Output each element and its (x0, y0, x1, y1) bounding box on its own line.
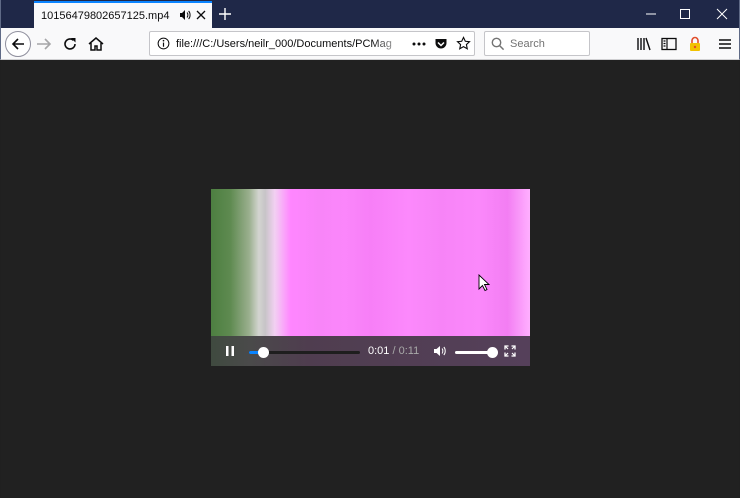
volume-thumb[interactable] (486, 347, 498, 358)
reload-icon[interactable] (61, 35, 79, 53)
back-button[interactable] (5, 31, 31, 57)
title-bar: 10156479802657125.mp4 (0, 0, 740, 28)
search-icon (491, 37, 505, 51)
search-placeholder: Search (510, 38, 545, 50)
close-icon[interactable] (194, 8, 208, 22)
info-icon[interactable] (157, 37, 170, 50)
time-display: 0:01 / 0:11 (368, 345, 419, 357)
tab-video[interactable]: 10156479802657125.mp4 (34, 1, 212, 28)
menu-icon[interactable] (716, 35, 734, 53)
mouse-pointer-icon (478, 274, 490, 292)
home-icon[interactable] (87, 35, 105, 53)
progress-thumb[interactable] (257, 347, 269, 358)
fullscreen-icon[interactable] (504, 345, 516, 357)
time-separator: / (389, 345, 399, 357)
more-icon[interactable] (412, 38, 426, 50)
tab-title: 10156479802657125.mp4 (41, 9, 170, 22)
close-icon[interactable] (715, 7, 729, 21)
lock-icon[interactable] (686, 35, 704, 53)
speaker-icon[interactable] (179, 9, 191, 21)
pause-icon[interactable] (224, 345, 236, 357)
volume-icon[interactable] (433, 345, 447, 357)
library-icon[interactable] (635, 35, 653, 53)
volume-track[interactable] (455, 347, 498, 358)
current-time: 0:01 (368, 345, 390, 357)
progress-track[interactable] (249, 347, 360, 358)
maximize-icon[interactable] (678, 7, 692, 21)
plus-icon[interactable] (217, 6, 233, 22)
arrow-left-icon (11, 38, 24, 50)
total-time: 0:11 (398, 345, 420, 357)
video-controls: 0:01 / 0:11 (211, 336, 530, 366)
video-frame[interactable] (211, 189, 530, 336)
minimize-icon[interactable] (644, 7, 658, 21)
sidebar-icon[interactable] (660, 35, 678, 53)
url-bar[interactable]: file:///C:/Users/neilr_000/Documents/PCM… (149, 31, 475, 56)
search-bar[interactable]: Search (484, 31, 590, 56)
url-fade (372, 34, 408, 54)
star-icon[interactable] (456, 36, 471, 51)
pocket-icon[interactable] (434, 37, 448, 51)
nav-toolbar: file:///C:/Users/neilr_000/Documents/PCM… (0, 28, 740, 60)
arrow-right-icon[interactable] (35, 35, 53, 53)
